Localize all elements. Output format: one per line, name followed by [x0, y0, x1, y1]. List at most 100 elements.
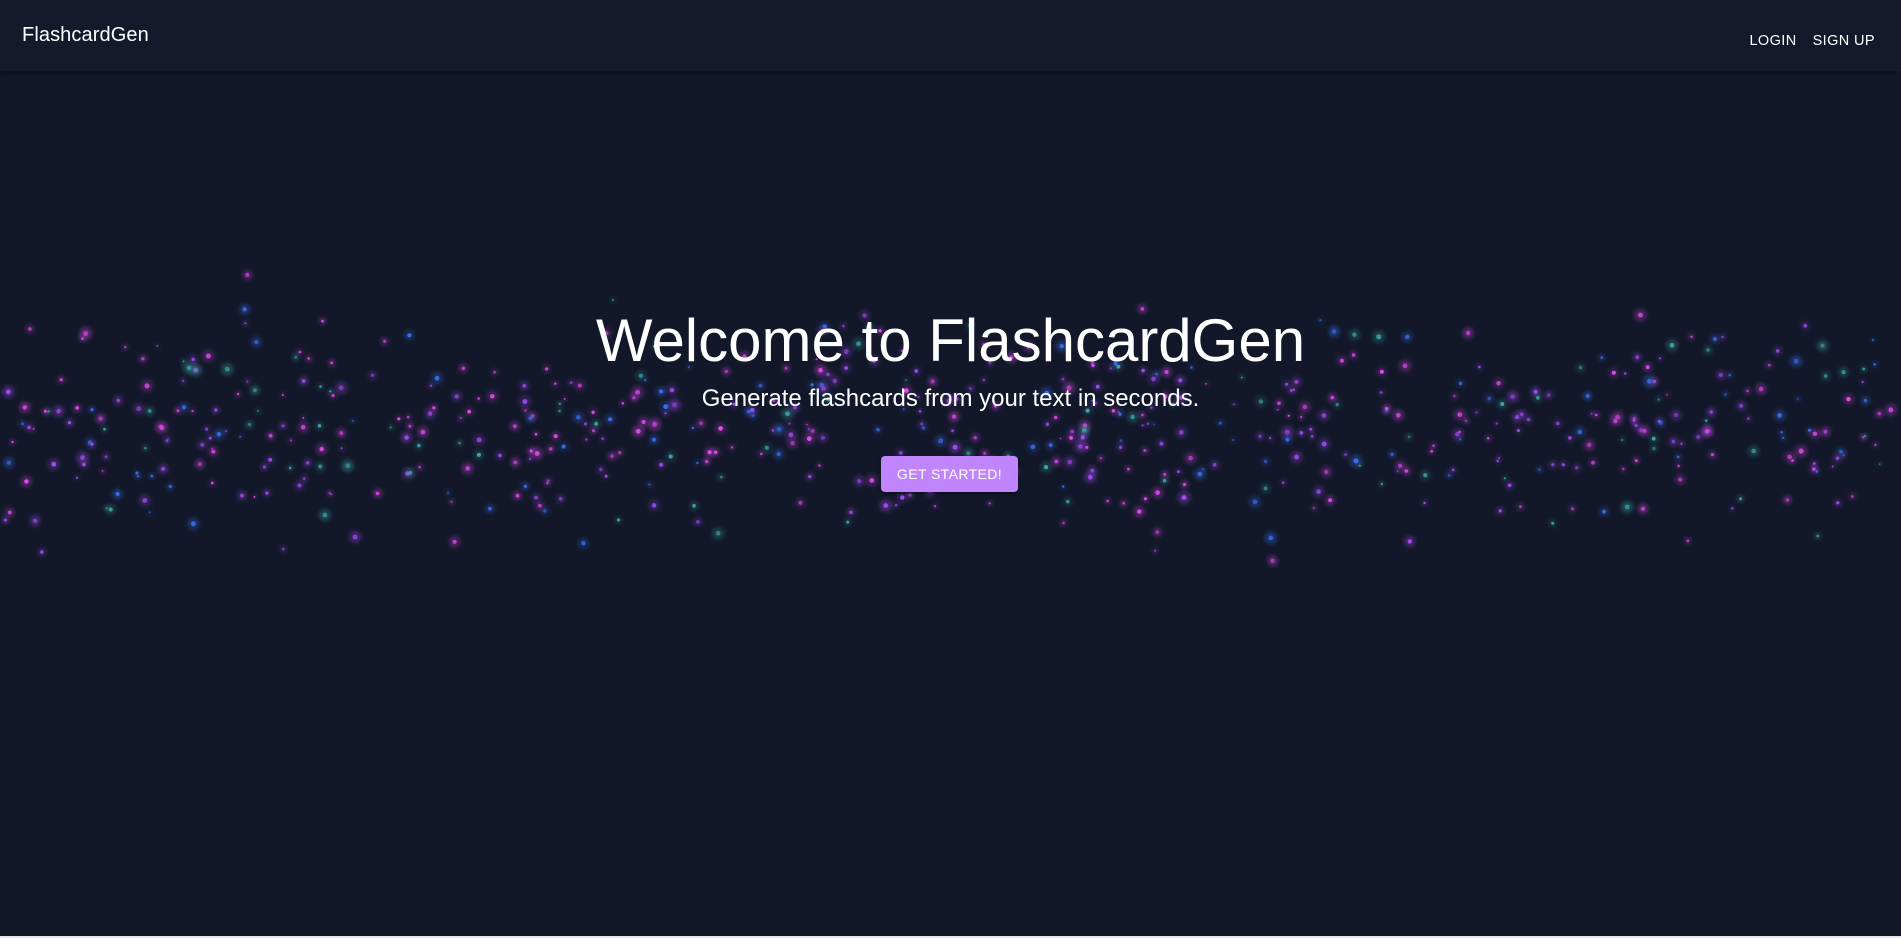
particle-dot: [1568, 436, 1572, 440]
get-started-button[interactable]: GET STARTED!: [881, 456, 1018, 492]
particle-dot: [638, 373, 643, 378]
particle-dot: [1344, 453, 1347, 456]
particle-dot: [1163, 472, 1167, 476]
particle-dot: [67, 421, 72, 425]
particle-dot: [450, 500, 453, 503]
particle-dot: [434, 375, 440, 381]
particle-dot: [534, 432, 538, 436]
particle-dot: [1407, 539, 1413, 544]
particle-dot: [161, 467, 166, 471]
particle-dot: [352, 534, 358, 540]
particle-dot: [528, 416, 533, 421]
particle-dot: [21, 422, 24, 426]
particle-dot: [1831, 465, 1834, 468]
particle-dot: [268, 433, 273, 438]
particle-dot: [1137, 509, 1142, 514]
particle-dot: [1396, 470, 1399, 473]
particle-dot: [537, 503, 542, 508]
particle-dot: [417, 443, 421, 448]
particle-dot: [268, 457, 273, 462]
particle-dot: [1571, 507, 1575, 511]
particle-dot: [301, 379, 306, 383]
particle-dot: [1205, 382, 1207, 385]
particle-dot: [1624, 504, 1630, 510]
particle-dot: [1652, 446, 1656, 451]
particle-dot: [1595, 413, 1598, 417]
particle-dot: [1816, 534, 1819, 538]
particle-dot: [899, 451, 903, 455]
particle-dot: [282, 547, 285, 551]
particle-dot: [705, 459, 709, 464]
particle-dot: [1062, 485, 1065, 488]
particle-dot: [115, 491, 120, 497]
particle-dot: [1316, 489, 1321, 495]
particle-dot: [339, 431, 344, 435]
particle-dot: [894, 504, 898, 507]
particle-dot: [1751, 448, 1756, 454]
particle-dot: [549, 447, 553, 451]
particle-dot: [1061, 377, 1065, 381]
particle-dot: [952, 444, 958, 450]
particle-dot: [1328, 498, 1332, 503]
particle-dot: [651, 503, 657, 508]
particle-dot: [900, 495, 905, 500]
particle-dot: [1498, 509, 1502, 513]
particle-dot: [24, 479, 29, 484]
particle-dot: [599, 467, 603, 472]
particle-dot: [104, 455, 108, 459]
particle-dot: [1615, 414, 1621, 420]
particle-dot: [610, 454, 614, 458]
particle-dot: [1812, 462, 1816, 465]
particle-dot: [1458, 430, 1461, 433]
particle-dot: [512, 424, 517, 429]
particle-dot: [1312, 506, 1316, 510]
particle-dot: [318, 464, 323, 469]
particle-dot: [1141, 413, 1144, 417]
particle-dot: [40, 550, 44, 554]
particle-dot: [618, 451, 622, 455]
particle-dot: [788, 422, 791, 425]
particle-dot: [1835, 456, 1840, 461]
particle-dot: [1575, 466, 1579, 470]
particle-dot: [635, 428, 641, 434]
particle-dot: [751, 413, 755, 417]
particle-dot: [982, 378, 986, 382]
particle-dot: [547, 479, 550, 483]
particle-dot: [1678, 477, 1683, 482]
particle-dot: [1781, 436, 1785, 439]
particle-dot: [288, 466, 292, 470]
particle-dot: [51, 461, 57, 467]
particle-dot: [806, 423, 808, 426]
particle-dot: [846, 520, 850, 524]
particle-dot: [103, 427, 106, 431]
particle-dot: [1671, 439, 1676, 444]
signup-button[interactable]: SIGN UP: [1809, 33, 1879, 49]
particle-dot: [1078, 444, 1083, 449]
particle-dot: [569, 381, 573, 384]
particle-dot: [101, 470, 104, 472]
particle-dot: [1119, 439, 1123, 442]
login-button[interactable]: LOGIN: [1745, 33, 1800, 49]
particle-dot: [1263, 486, 1268, 491]
particle-dot: [1561, 463, 1565, 467]
particle-dot: [1321, 441, 1327, 447]
particle-dot: [1054, 415, 1058, 420]
particle-dot: [1475, 411, 1478, 414]
particle-dot: [988, 502, 991, 505]
particle-dot: [1851, 495, 1854, 498]
particle-dot: [418, 465, 422, 469]
particle-dot: [144, 447, 147, 450]
particle-dot: [811, 429, 815, 433]
particle-dot: [182, 379, 185, 382]
particle-dot: [1122, 502, 1125, 505]
particle-dot: [1062, 521, 1065, 525]
particle-dot: [821, 435, 825, 440]
particle-dot: [1634, 424, 1638, 427]
particle-dot: [1823, 429, 1828, 434]
particle-dot: [523, 484, 528, 488]
particle-dot: [289, 439, 292, 442]
particle-dot: [543, 509, 547, 513]
particle-dot: [476, 437, 482, 443]
particle-dot: [1353, 458, 1359, 464]
brand-logo-text[interactable]: FlashcardGen: [22, 24, 149, 47]
